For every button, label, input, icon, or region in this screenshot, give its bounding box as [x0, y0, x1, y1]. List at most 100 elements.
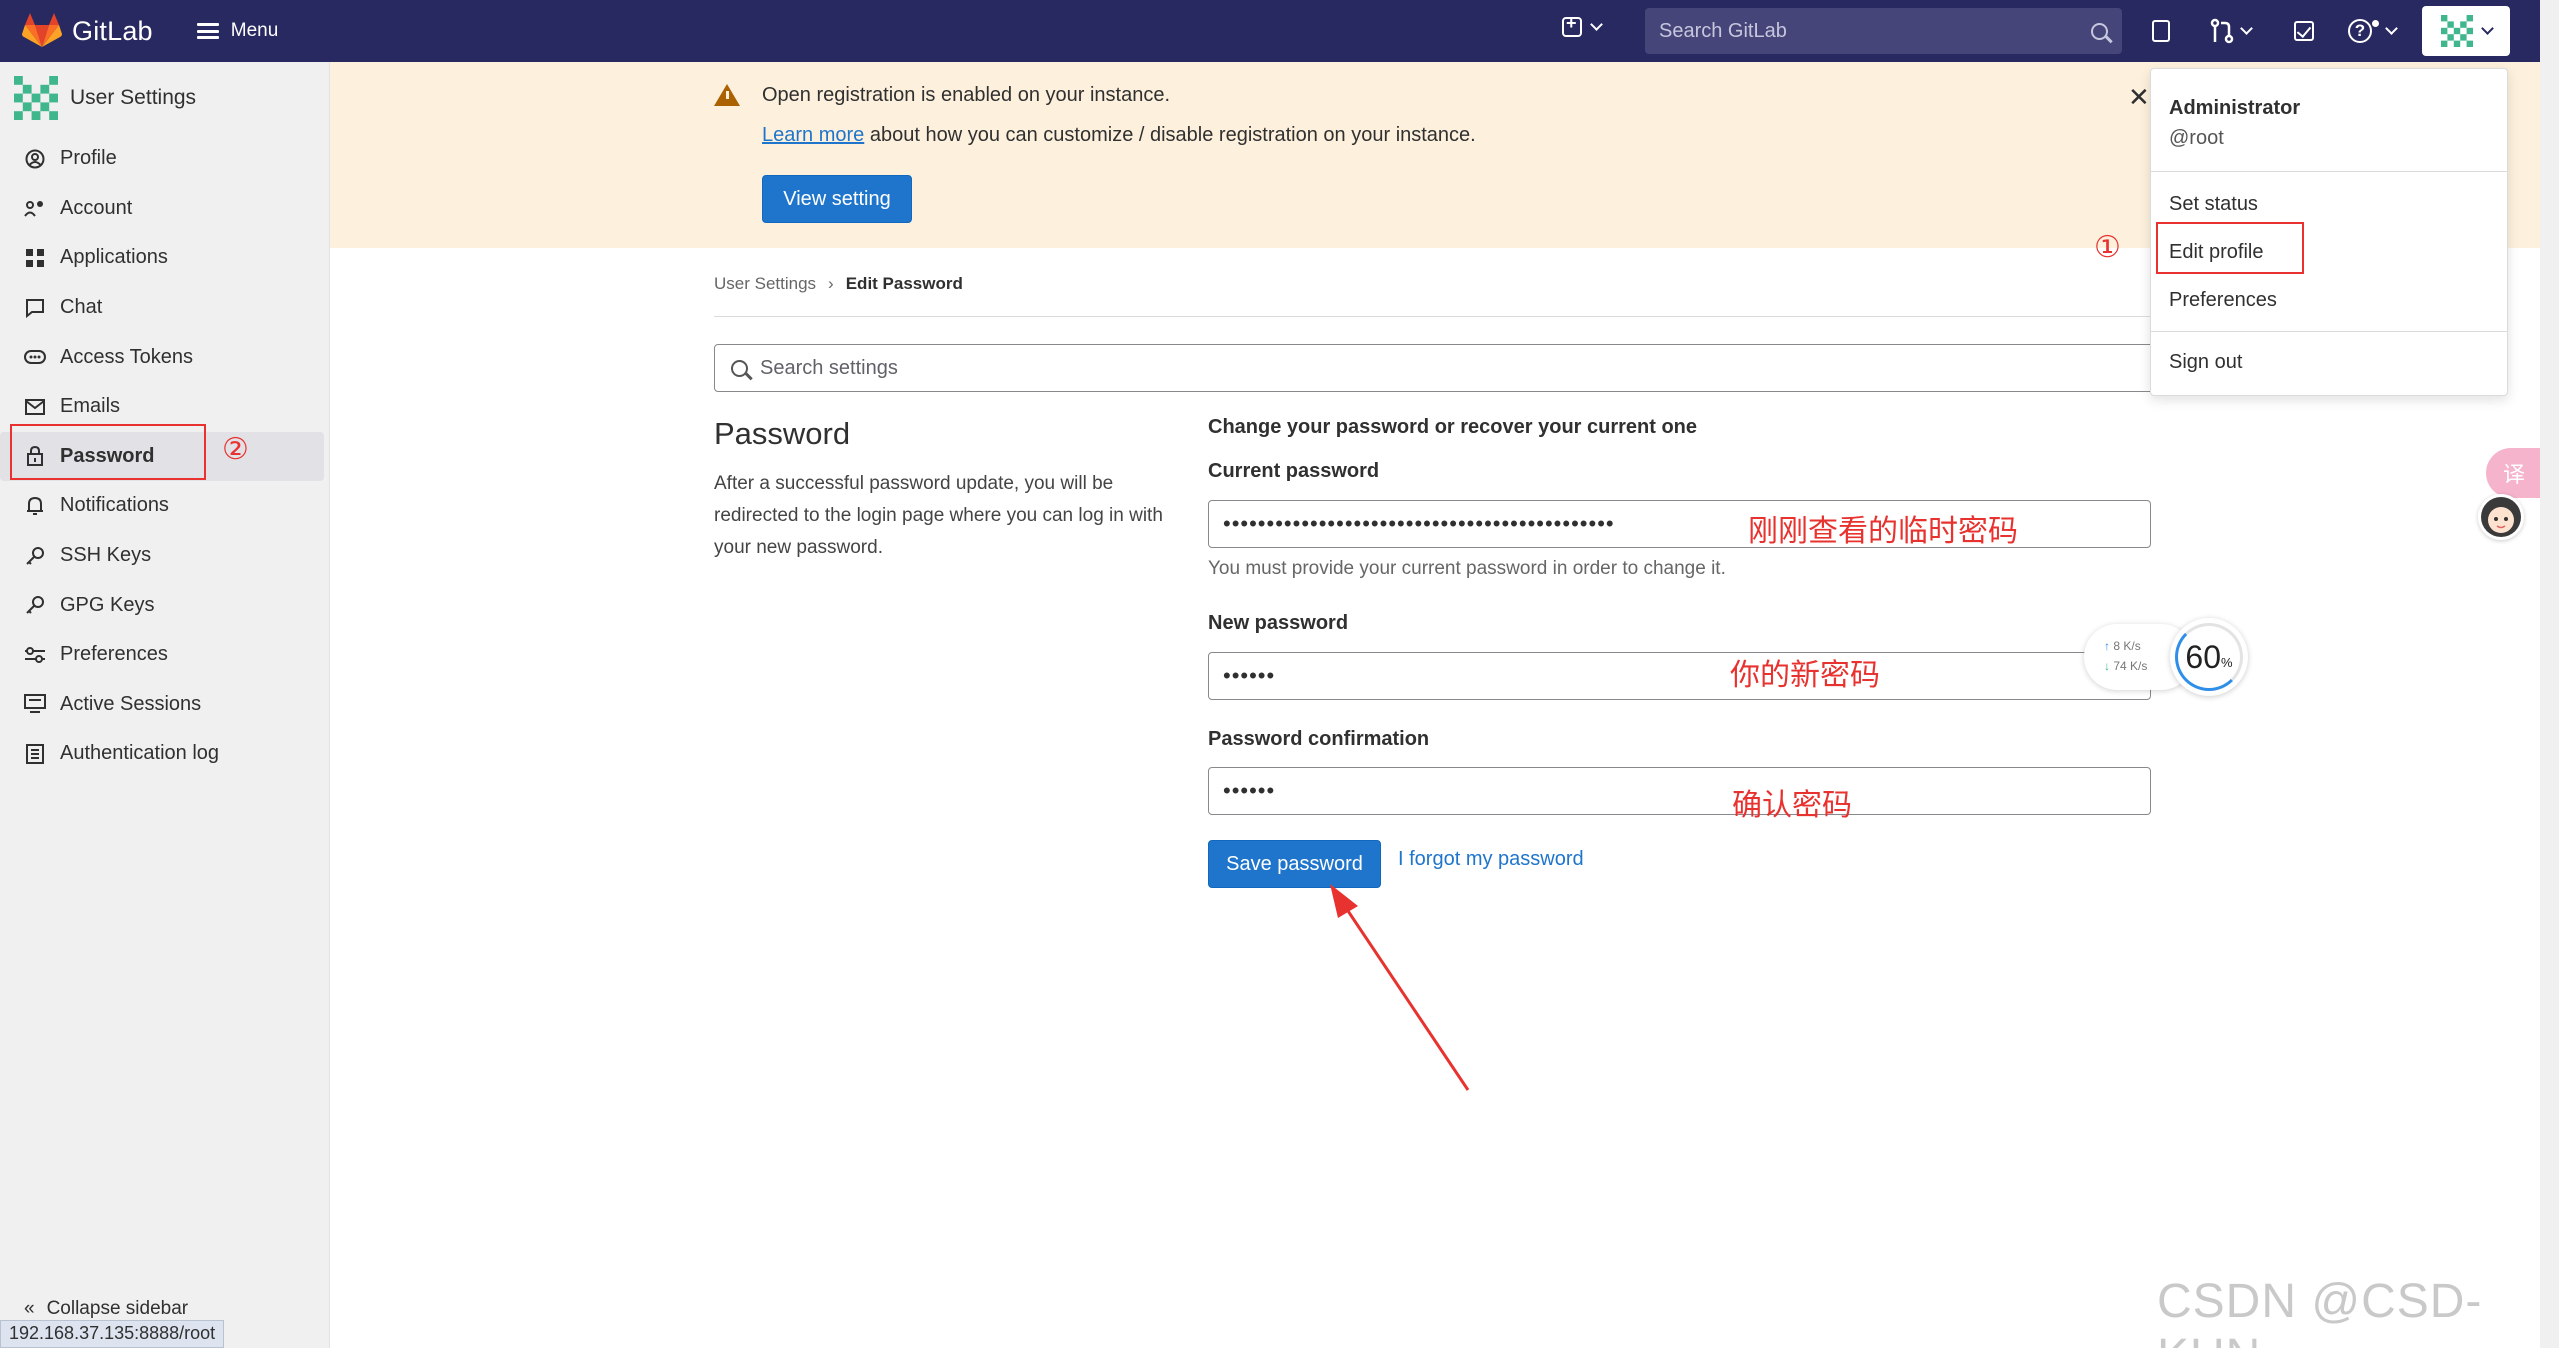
gauge-ring — [2175, 623, 2243, 691]
sidebar-item-gpg-keys[interactable]: GPG Keys — [0, 580, 330, 630]
breadcrumb-current: Edit Password — [845, 274, 963, 293]
sidebar-item-access-tokens[interactable]: Access Tokens — [0, 332, 330, 382]
issues-button[interactable] — [2152, 16, 2170, 46]
screen: GitLab Menu Search GitLab — [0, 0, 2559, 1348]
alert-body: Learn more about how you can customize /… — [762, 124, 1476, 147]
current-password-help: You must provide your current password i… — [1208, 558, 1726, 579]
translate-icon[interactable]: 译 — [2486, 448, 2542, 498]
section-title: Password — [714, 416, 851, 451]
sidebar-item-applications[interactable]: Applications — [0, 233, 330, 283]
chat-icon — [24, 297, 46, 319]
collapse-sidebar-button[interactable]: « Collapse sidebar — [24, 1298, 188, 1320]
double-chevron-left-icon: « — [24, 1298, 35, 1319]
section-description: After a successful password update, you … — [714, 473, 1163, 558]
log-icon — [24, 743, 46, 765]
monitor-icon — [24, 693, 46, 715]
sidebar-item-label: Notifications — [60, 494, 169, 517]
assistant-avatar[interactable] — [2478, 494, 2524, 540]
divider — [2151, 171, 2507, 172]
chevron-down-icon — [2385, 22, 2398, 35]
chevron-down-icon — [2480, 22, 2494, 35]
breadcrumb-parent[interactable]: User Settings — [714, 274, 816, 294]
menu-label: Menu — [230, 20, 279, 41]
mail-icon — [24, 396, 46, 418]
set-status-item[interactable]: Set status — [2169, 193, 2258, 216]
preferences-item[interactable]: Preferences — [2169, 289, 2277, 312]
edit-profile-highlight-box — [2156, 222, 2304, 274]
dropdown-user-name: Administrator — [2169, 97, 2301, 119]
sidebar-header[interactable]: User Settings — [14, 76, 196, 120]
user-avatar-button[interactable] — [2422, 6, 2510, 56]
memory-gauge[interactable]: 60% — [2170, 618, 2248, 696]
password-confirmation-label: Password confirmation — [1208, 728, 1430, 750]
watermark: CSDN @CSD-KUN — [2157, 1275, 2483, 1348]
bell-icon — [24, 495, 46, 517]
help-button[interactable]: ? — [2348, 16, 2398, 46]
key-icon — [24, 594, 46, 616]
notification-dot-icon — [2372, 19, 2379, 27]
breadcrumb: User Settings › Edit Password — [714, 274, 963, 294]
sidebar-item-label: Emails — [60, 395, 121, 418]
sidebar-item-account[interactable]: Account — [0, 184, 330, 234]
collapse-sidebar-label: Collapse sidebar — [46, 1298, 189, 1319]
global-search-input[interactable]: Search GitLab — [1645, 8, 2122, 54]
sidebar-title: User Settings — [70, 86, 197, 109]
menu-button[interactable]: Menu — [196, 20, 279, 42]
search-icon — [731, 359, 748, 377]
gitlab-home-link[interactable]: GitLab — [22, 13, 153, 49]
plus-square-icon — [1562, 13, 1582, 37]
divider — [2151, 331, 2507, 332]
todo-icon — [2294, 21, 2314, 41]
sign-out-item[interactable]: Sign out — [2169, 351, 2242, 374]
token-icon — [24, 346, 46, 368]
key-icon — [24, 545, 46, 567]
new-password-field[interactable]: •••••• — [1208, 652, 2151, 700]
search-settings-placeholder: Search settings — [760, 356, 898, 379]
applications-icon — [24, 247, 46, 269]
brand-name: GitLab — [72, 15, 153, 46]
settings-sidebar: User Settings Profile Account Applicatio… — [0, 62, 330, 1348]
confirm-password-annotation: 确认密码 — [1732, 789, 1852, 822]
sidebar-item-notifications[interactable]: Notifications — [0, 481, 330, 531]
sidebar-item-label: Profile — [60, 147, 117, 170]
sidebar-item-label: GPG Keys — [60, 593, 155, 616]
view-setting-button[interactable]: View setting — [762, 175, 912, 223]
sidebar-item-label: Access Tokens — [60, 345, 194, 368]
close-alert-icon[interactable]: ✕ — [2128, 82, 2150, 113]
search-icon — [2091, 22, 2108, 40]
assistant-avatar-icon — [2481, 497, 2521, 537]
forgot-password-link[interactable]: I forgot my password — [1398, 848, 1584, 871]
sidebar-item-authentication-log[interactable]: Authentication log — [0, 729, 330, 779]
help-icon: ? — [2348, 19, 2372, 43]
sidebar-item-label: Account — [60, 196, 133, 219]
sidebar-item-preferences[interactable]: Preferences — [0, 630, 330, 680]
current-password-annotation: 刚刚查看的临时密码 — [1748, 515, 2018, 548]
annotation-1: ① — [2094, 231, 2121, 264]
password-confirmation-field[interactable]: •••••• — [1208, 767, 2151, 815]
chevron-down-icon — [1590, 18, 1603, 31]
preferences-icon — [24, 644, 46, 666]
dropdown-username: @root — [2169, 127, 2224, 149]
todos-button[interactable] — [2294, 16, 2314, 46]
search-settings-input[interactable]: Search settings — [714, 344, 2154, 392]
top-navbar: GitLab Menu Search GitLab — [0, 0, 2540, 62]
annotation-arrow-icon — [1330, 884, 1470, 1091]
sidebar-item-profile[interactable]: Profile — [0, 134, 330, 184]
avatar — [2440, 15, 2473, 47]
sidebar-item-label: Authentication log — [60, 742, 220, 765]
merge-requests-button[interactable] — [2210, 16, 2253, 46]
sidebar-item-chat[interactable]: Chat — [0, 283, 330, 333]
form-intro: Change your password or recover your cur… — [1208, 416, 1698, 438]
new-password-annotation: 你的新密码 — [1730, 659, 1880, 692]
merge-request-icon — [2210, 18, 2234, 44]
sidebar-item-active-sessions[interactable]: Active Sessions — [0, 680, 330, 730]
new-dropdown-button[interactable] — [1562, 13, 1603, 37]
divider — [714, 316, 2154, 317]
sidebar-item-label: SSH Keys — [60, 544, 152, 567]
chevron-right-icon: › — [828, 274, 834, 293]
learn-more-link[interactable]: Learn more — [762, 124, 864, 146]
page-scrollbar[interactable] — [2540, 0, 2559, 1348]
sidebar-item-ssh-keys[interactable]: SSH Keys — [0, 531, 330, 581]
account-icon — [24, 197, 46, 219]
annotation-2: ② — [222, 433, 249, 466]
